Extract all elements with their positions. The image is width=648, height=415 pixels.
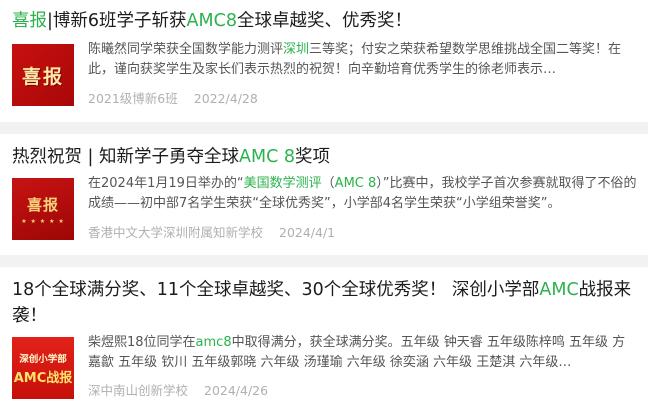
article-source: 2021级博新6班 <box>88 91 178 106</box>
highlighted-term: AMC 8 <box>239 147 296 167</box>
text-segment: |博新6班学子斩获 <box>47 11 187 31</box>
article-meta: 深中南山创新学校 2024/4/26 <box>88 380 268 399</box>
article-thumbnail[interactable]: 深创小学部 AMC战报 <box>12 337 74 399</box>
article-date: 2022/4/28 <box>193 91 258 106</box>
article-title[interactable]: 18个全球满分奖、11个全球卓越奖、30个全球优秀奖！ 深创小学部AMC战报来袭… <box>12 277 638 329</box>
article-snippet: 柴煜熙18位同学在amc8中取得满分，获全球满分奖。五年级 钟天睿 五年级陈梓鸣… <box>88 333 638 373</box>
highlighted-term: 深圳 <box>283 42 310 57</box>
article-date: 2024/4/26 <box>204 383 269 398</box>
highlighted-term: AMC <box>539 280 579 300</box>
text-segment: 全球卓越奖、优秀奖！ <box>236 11 412 31</box>
thumbnail-caption-line2: AMC战报 <box>13 370 73 386</box>
article-title[interactable]: 热烈祝贺 | 知新学子勇夺全球AMC 8奖项 <box>12 144 638 170</box>
text-segment: 18个全球满分奖、11个全球卓越奖、30个全球优秀奖！ 深创小学部 <box>12 280 540 300</box>
thumbnail-caption-line1: 深创小学部 <box>19 353 67 365</box>
highlighted-term: 美国数学测评 <box>243 176 322 191</box>
text-segment: 陈曦然同学荣获全国数学能力测评 <box>88 42 284 57</box>
article-thumbnail[interactable]: 喜报 <box>12 44 74 106</box>
card-divider <box>0 122 648 134</box>
article-card[interactable]: 18个全球满分奖、11个全球卓越奖、30个全球优秀奖！ 深创小学部AMC战报来袭… <box>0 267 648 415</box>
highlighted-term: amc8 <box>195 335 232 350</box>
highlighted-term: AMC8 <box>186 11 237 31</box>
card-divider <box>0 255 648 267</box>
article-card[interactable]: 喜报|博新6班学子斩获AMC8全球卓越奖、优秀奖！ 喜报 陈曦然同学荣获全国数学… <box>0 0 648 122</box>
article-card[interactable]: 热烈祝贺 | 知新学子勇夺全球AMC 8奖项 喜报 ★ ★ ★ ★ ★ 在202… <box>0 134 648 255</box>
article-thumbnail[interactable]: 喜报 ★ ★ ★ ★ ★ <box>12 178 74 240</box>
highlighted-term: 喜报 <box>12 11 47 31</box>
article-date: 2024/4/1 <box>279 225 336 240</box>
article-source: 深中南山创新学校 <box>88 383 189 398</box>
article-title[interactable]: 喜报|博新6班学子斩获AMC8全球卓越奖、优秀奖！ <box>12 8 638 34</box>
text-segment: 奖项 <box>295 147 331 167</box>
highlighted-term: AMC 8 <box>334 176 377 191</box>
text-segment: 柴煜熙18位同学在 <box>88 335 196 350</box>
stars-decoration: ★ ★ ★ ★ ★ <box>21 217 65 225</box>
article-meta: 香港中文大学深圳附属知新学校 2024/4/1 <box>88 222 335 241</box>
article-snippet: 在2024年1月19日举办的“美国数学测评（AMC 8）”比赛中，我校学子首次参… <box>88 174 638 214</box>
thumbnail-caption: 喜报 <box>26 195 59 214</box>
article-source: 香港中文大学深圳附属知新学校 <box>88 225 264 240</box>
article-meta: 2021级博新6班 2022/4/28 <box>88 88 258 107</box>
text-segment: 在2024年1月19日举办的“ <box>88 176 244 191</box>
text-segment: 热烈祝贺 | 知新学子勇夺全球 <box>12 147 240 167</box>
text-segment: （ <box>321 176 335 191</box>
thumbnail-caption: 喜报 <box>21 65 64 88</box>
article-snippet: 陈曦然同学荣获全国数学能力测评深圳三等奖；付安之荣获希望数学思维挑战全国二等奖！… <box>88 40 638 80</box>
